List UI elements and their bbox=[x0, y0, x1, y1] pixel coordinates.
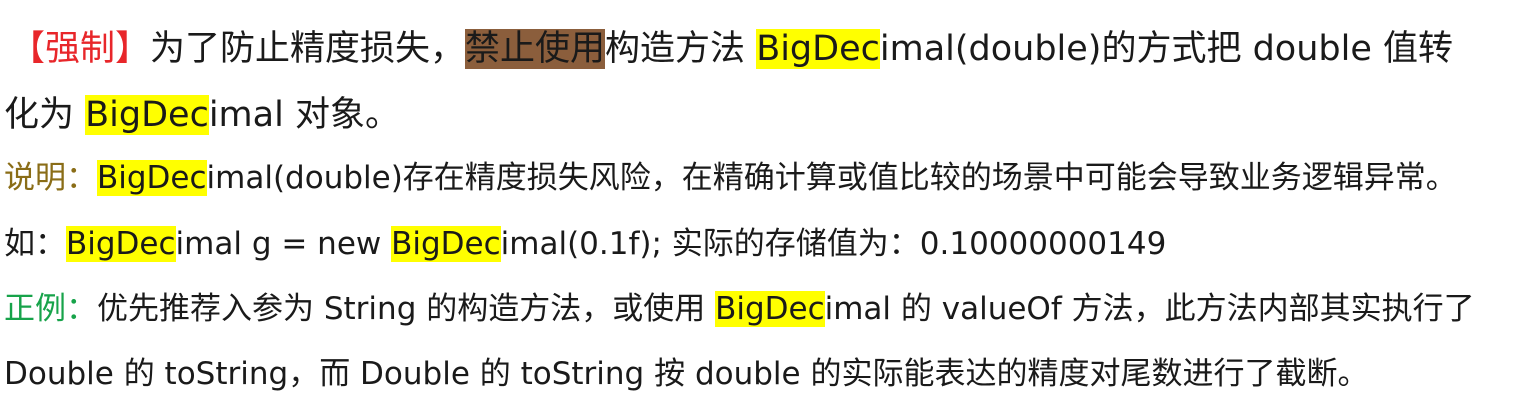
rule-text-bd-rest: imal(double)的方式把 double 值转 bbox=[879, 29, 1454, 69]
forbid-highlight: 禁止使用 bbox=[465, 29, 606, 69]
positive-text-line2: Double 的 toString，而 Double 的 toString 按 … bbox=[4, 356, 1369, 392]
example-line: 如：BigDecimal g = new BigDecimal(0.1f); 实… bbox=[4, 218, 1166, 263]
bigdecimal-highlight: BigDec bbox=[391, 226, 501, 262]
positive-line-2: Double 的 toString，而 Double 的 toString 按 … bbox=[4, 348, 1368, 393]
rule-text-part2: 构造方法 bbox=[605, 29, 757, 69]
rule-line-1: 【强制】为了防止精度损失，禁止使用构造方法 BigDecimal(double)… bbox=[10, 20, 1453, 71]
example-text-part2: imal(0.1f); 实际的存储值为：0.10000000149 bbox=[500, 226, 1167, 262]
rule-text-part1: 为了防止精度损失， bbox=[150, 29, 466, 69]
explain-text: imal(double)存在精度损失风险，在精确计算或值比较的场景中可能会导致业… bbox=[206, 160, 1457, 196]
rule-text-bd2-rest: imal 对象。 bbox=[208, 95, 400, 135]
bigdecimal-highlight: BigDec bbox=[66, 226, 176, 262]
explain-label: 说明： bbox=[4, 160, 97, 196]
bigdecimal-highlight: BigDec bbox=[97, 160, 207, 196]
example-lead: 如： bbox=[4, 226, 66, 262]
bigdecimal-highlight: BigDec bbox=[756, 29, 880, 69]
positive-label: 正例： bbox=[4, 291, 97, 327]
example-text-part1: imal g = new bbox=[175, 226, 392, 262]
positive-line-1: 正例：优先推荐入参为 String 的构造方法，或使用 BigDecimal 的… bbox=[4, 283, 1475, 328]
explain-line: 说明：BigDecimal(double)存在精度损失风险，在精确计算或值比较的… bbox=[4, 152, 1457, 197]
bigdecimal-highlight: BigDec bbox=[85, 95, 209, 135]
bigdecimal-highlight: BigDec bbox=[715, 291, 825, 327]
rule-line-2: 化为 BigDecimal 对象。 bbox=[4, 86, 400, 137]
rule-text-part3: 化为 bbox=[4, 95, 86, 135]
mandatory-tag: 【强制】 bbox=[10, 29, 151, 69]
positive-text-2: imal 的 valueOf 方法，此方法内部其实执行了 bbox=[824, 291, 1475, 327]
positive-text-1: 优先推荐入参为 String 的构造方法，或使用 bbox=[97, 291, 716, 327]
